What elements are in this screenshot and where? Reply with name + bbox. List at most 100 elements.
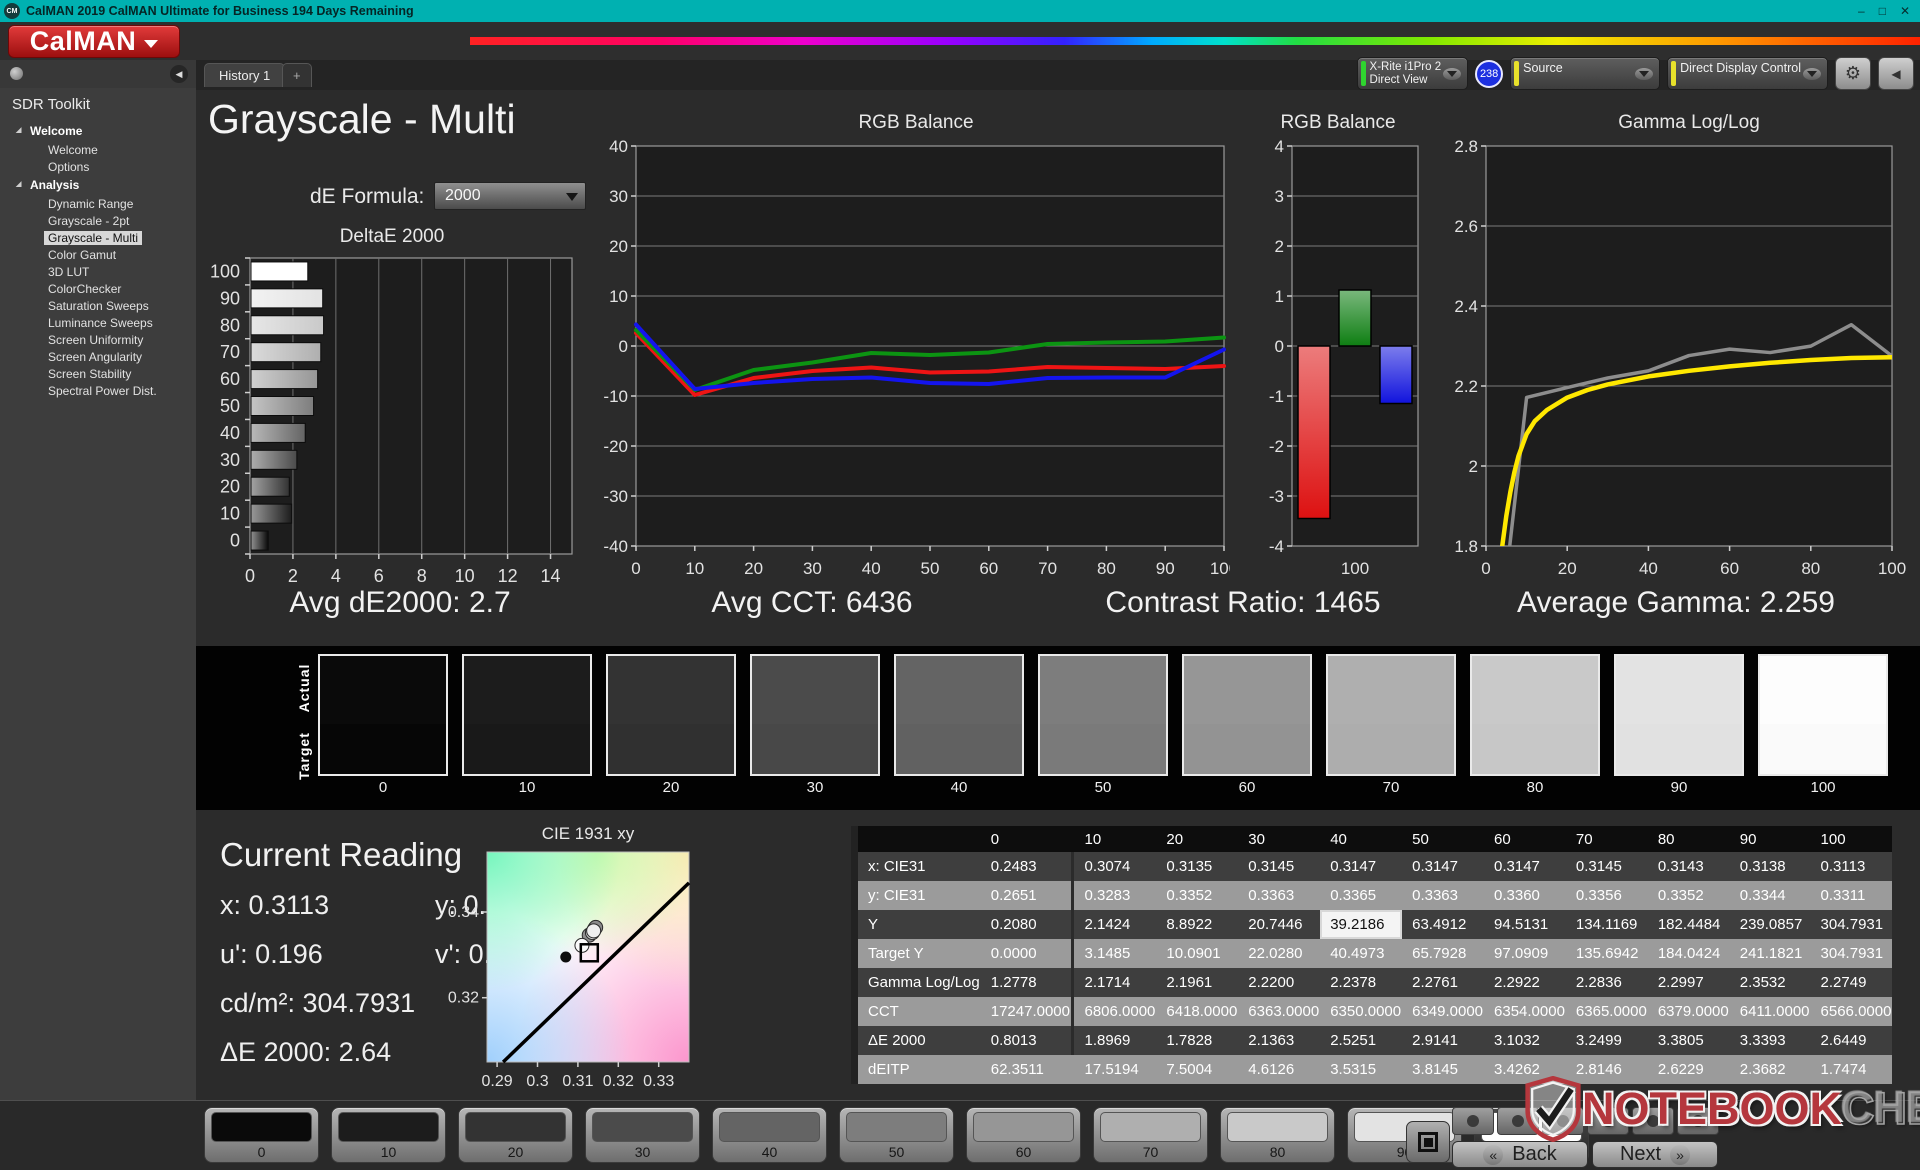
table-cell: 0.3147 bbox=[1484, 852, 1566, 881]
transport-icon bbox=[1602, 1115, 1614, 1127]
gray-level-button-30[interactable]: 30 bbox=[585, 1107, 700, 1163]
svg-text:30: 30 bbox=[803, 559, 822, 578]
maximize-button[interactable]: □ bbox=[1879, 0, 1886, 22]
display-control-dropdown[interactable]: Direct Display Control bbox=[1667, 57, 1828, 90]
sidebar-item-label: Saturation Sweeps bbox=[48, 298, 149, 313]
svg-text:4: 4 bbox=[1275, 138, 1284, 156]
target-patch bbox=[1616, 724, 1742, 774]
sidebar-item-screen-uniformity[interactable]: Screen Uniformity bbox=[0, 331, 196, 348]
gray-level-button-50[interactable]: 50 bbox=[839, 1107, 954, 1163]
sidebar-item-grayscale-multi[interactable]: Grayscale - Multi bbox=[0, 229, 196, 246]
table-cell: 239.0857 bbox=[1729, 910, 1811, 939]
svg-text:-10: -10 bbox=[603, 387, 628, 406]
meter-count-badge: 238 bbox=[1475, 59, 1504, 88]
next-button[interactable]: Next » bbox=[1592, 1141, 1718, 1168]
sidebar-item-spectral-power-dist[interactable]: Spectral Power Dist. bbox=[0, 382, 196, 399]
table-cell: 3.3805 bbox=[1647, 1026, 1730, 1055]
sidebar-item-label: Welcome bbox=[48, 142, 98, 157]
gray-level-button-60[interactable]: 60 bbox=[966, 1107, 1081, 1163]
table-cell: 6365.0000 bbox=[1565, 997, 1648, 1026]
back-button[interactable]: « Back bbox=[1452, 1141, 1588, 1168]
svg-text:-1: -1 bbox=[1269, 387, 1284, 406]
gray-level-label: 10 bbox=[518, 779, 536, 796]
swatch-row: 0 10 20 30 40 50 60 70 80 90 100 bbox=[318, 654, 1888, 796]
gray-patch-90: 90 bbox=[1614, 654, 1744, 796]
tab-add-button[interactable]: + bbox=[282, 63, 312, 87]
sidebar-item-label: Screen Uniformity bbox=[48, 332, 144, 347]
calman-logo-button[interactable]: CalMAN bbox=[8, 25, 180, 58]
stop-button[interactable] bbox=[1406, 1121, 1450, 1163]
table-row-gamma-log-log: Gamma Log/Log 1.2778 2.1714 2.1961 2.2200 2.2… bbox=[854, 968, 1893, 997]
table-cell: 20.7446 bbox=[1238, 910, 1321, 939]
minimize-button[interactable]: – bbox=[1858, 0, 1865, 22]
sidebar-collapse-button[interactable]: ◀ bbox=[170, 65, 188, 83]
sidebar-item-screen-angularity[interactable]: Screen Angularity bbox=[0, 348, 196, 365]
sidebar-item-saturation-sweeps[interactable]: Saturation Sweeps bbox=[0, 297, 196, 314]
tree-group-analysis[interactable]: Analysis bbox=[0, 175, 196, 195]
meter-dropdown[interactable]: X-Rite i1Pro 2 Direct View bbox=[1356, 57, 1469, 90]
gray-level-button-10[interactable]: 10 bbox=[331, 1107, 446, 1163]
window-title: CalMAN 2019 CalMAN Ultimate for Business… bbox=[26, 4, 414, 18]
gray-patch-box bbox=[894, 654, 1024, 776]
sidebar-item-dynamic-range[interactable]: Dynamic Range bbox=[0, 195, 196, 212]
table-cell: 39.2186 bbox=[1320, 910, 1403, 939]
gray-patch-box bbox=[462, 654, 592, 776]
gray-swatch bbox=[1227, 1112, 1328, 1142]
svg-text:0: 0 bbox=[1275, 337, 1284, 356]
meter-mode: Direct View bbox=[1369, 73, 1428, 86]
gray-level-label: 0 bbox=[378, 779, 388, 796]
deltae-chart: 0 2 4 6 8 10 12 14 100 90 80 70 60 50 40 30 20 10 0 bbox=[196, 252, 588, 609]
gray-level-button-0[interactable]: 0 bbox=[204, 1107, 319, 1163]
reading-luminance: cd/m²: 304.7931 bbox=[220, 988, 416, 1018]
transport-button-5[interactable] bbox=[1632, 1107, 1674, 1135]
table-cell: 304.7931 bbox=[1810, 939, 1893, 968]
tab-history-1[interactable]: History 1 bbox=[204, 63, 286, 87]
table-cell: 6806.0000 bbox=[1074, 997, 1157, 1026]
svg-text:20: 20 bbox=[609, 237, 628, 256]
svg-text:0.29: 0.29 bbox=[482, 1073, 513, 1090]
gray-level-label: 20 bbox=[662, 779, 680, 796]
gray-patch-box bbox=[1326, 654, 1456, 776]
table-cell: 0.3145 bbox=[1238, 852, 1321, 881]
source-dropdown[interactable]: Source bbox=[1510, 57, 1661, 90]
transport-button-3[interactable] bbox=[1542, 1107, 1584, 1135]
source-status-bar bbox=[1514, 61, 1520, 86]
transport-button-4[interactable] bbox=[1587, 1107, 1629, 1135]
sidebar-item-3d-lut[interactable]: 3D LUT bbox=[0, 263, 196, 280]
sidebar-item-colorchecker[interactable]: ColorChecker bbox=[0, 280, 196, 297]
transport-button-6[interactable] bbox=[1677, 1107, 1719, 1135]
sidebar-item-options[interactable]: Options bbox=[0, 158, 196, 175]
gray-level-button-80[interactable]: 80 bbox=[1220, 1107, 1335, 1163]
gray-level-button-40[interactable]: 40 bbox=[712, 1107, 827, 1163]
close-button[interactable]: ✕ bbox=[1900, 0, 1910, 22]
svg-text:20: 20 bbox=[1558, 559, 1577, 578]
sidebar-item-grayscale-2pt[interactable]: Grayscale - 2pt bbox=[0, 212, 196, 229]
svg-text:40: 40 bbox=[1639, 559, 1658, 578]
sidebar-item-welcome[interactable]: Welcome bbox=[0, 141, 196, 158]
transport-button-2[interactable] bbox=[1497, 1107, 1539, 1135]
settings-button[interactable]: ⚙ bbox=[1835, 57, 1871, 90]
table-cell: 0.3363 bbox=[1238, 881, 1321, 910]
gray-swatch bbox=[973, 1112, 1074, 1142]
de-formula-select[interactable]: 2000 bbox=[434, 182, 586, 210]
svg-text:1: 1 bbox=[1275, 287, 1284, 306]
collapse-panel-button[interactable]: ◀ bbox=[1878, 57, 1914, 90]
sidebar-item-luminance-sweeps[interactable]: Luminance Sweeps bbox=[0, 314, 196, 331]
table-cell: 2.2378 bbox=[1320, 968, 1403, 997]
svg-text:2.2: 2.2 bbox=[1454, 377, 1478, 396]
table-column-header: 70 bbox=[1565, 826, 1648, 852]
transport-button-1[interactable] bbox=[1452, 1107, 1494, 1135]
de-formula-label: dE Formula: bbox=[310, 185, 425, 208]
gray-level-button-20[interactable]: 20 bbox=[458, 1107, 573, 1163]
tree-group-welcome[interactable]: Welcome bbox=[0, 121, 196, 141]
deltae-chart-title: DeltaE 2000 bbox=[339, 226, 445, 247]
target-patch bbox=[1184, 724, 1310, 774]
table-cell: 17.5194 bbox=[1074, 1055, 1157, 1084]
gray-level-button-70[interactable]: 70 bbox=[1093, 1107, 1208, 1163]
gray-swatch bbox=[592, 1112, 693, 1142]
calman-window-icon: CM bbox=[4, 3, 20, 19]
sidebar-item-screen-stability[interactable]: Screen Stability bbox=[0, 365, 196, 382]
actual-patch bbox=[320, 656, 446, 725]
sidebar-item-color-gamut[interactable]: Color Gamut bbox=[0, 246, 196, 263]
top-controls: X-Rite i1Pro 2 Direct View 238 Source Di… bbox=[1356, 57, 1914, 90]
